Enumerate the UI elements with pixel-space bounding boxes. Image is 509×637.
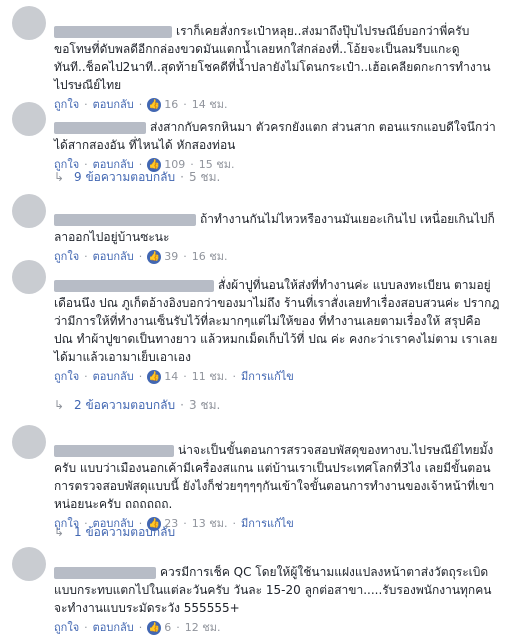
- redacted-name[interactable]: [54, 566, 156, 579]
- reply-arrow-icon: ↳: [54, 525, 65, 539]
- avatar[interactable]: [12, 194, 46, 228]
- comment-4: สั่งผ้าปูที่นอนให้ส่งที่ทำงานค่ะ แบบลงทะ…: [0, 258, 509, 418]
- replies-count[interactable]: 2 ข้อความตอบกลับ: [74, 398, 175, 412]
- avatar[interactable]: [12, 425, 46, 459]
- avatar[interactable]: [12, 260, 46, 294]
- comment-6: ควรมีการเช็ค QC โดยให้ผู้ใช้นามแฝงแปลงหน…: [0, 545, 509, 635]
- thumbs-up-icon[interactable]: 👍: [147, 370, 162, 384]
- reaction-count[interactable]: 14: [164, 370, 178, 383]
- replies-time: 5 ชม.: [188, 170, 221, 184]
- avatar[interactable]: [12, 102, 46, 136]
- comment-3: ถ้าทำงานกันไม่ไหวหรืองานมันเยอะเกินไป เห…: [0, 192, 509, 264]
- redacted-name[interactable]: [54, 25, 172, 38]
- like-button[interactable]: ถูกใจ: [54, 370, 79, 383]
- view-replies[interactable]: ↳ 2 ข้อความตอบกลับ · 3 ชม.: [54, 396, 220, 414]
- replies-count[interactable]: 1 ข้อความตอบกลับ: [74, 525, 175, 539]
- reply-button[interactable]: ตอบกลับ: [93, 370, 134, 383]
- redacted-name[interactable]: [54, 213, 196, 226]
- like-button[interactable]: ถูกใจ: [54, 621, 79, 634]
- view-replies[interactable]: ↳ 1 ข้อความตอบกลับ: [54, 523, 175, 541]
- replies-count[interactable]: 9 ข้อความตอบกลับ: [74, 170, 175, 184]
- redacted-name[interactable]: [54, 279, 214, 292]
- thumbs-up-icon[interactable]: 👍: [147, 621, 162, 635]
- edited-link[interactable]: มีการแก้ไข: [241, 517, 294, 530]
- replies-time: 3 ชม.: [188, 398, 221, 412]
- timestamp[interactable]: 12 ชม.: [185, 621, 221, 634]
- avatar[interactable]: [12, 6, 46, 40]
- reply-arrow-icon: ↳: [54, 398, 65, 412]
- reply-arrow-icon: ↳: [54, 170, 65, 184]
- comment-actions: ถูกใจ · ตอบกลับ · 👍 14 · 11 ชม. · มีการแก้ไข: [54, 370, 294, 384]
- edited-link[interactable]: มีการแก้ไข: [241, 370, 294, 383]
- timestamp[interactable]: 11 ชม.: [192, 370, 228, 383]
- comment-5: น่าจะเป็นขั้นตอนการสรวจสอบพัสดุของทางบ.ไ…: [0, 423, 509, 543]
- avatar[interactable]: [12, 547, 46, 581]
- timestamp[interactable]: 13 ชม.: [192, 517, 228, 530]
- view-replies[interactable]: ↳ 9 ข้อความตอบกลับ · 5 ชม.: [54, 168, 220, 186]
- reply-button[interactable]: ตอบกลับ: [93, 621, 134, 634]
- comment-actions: ถูกใจ · ตอบกลับ · 👍 6 · 12 ชม.: [54, 621, 221, 635]
- redacted-name[interactable]: [54, 444, 174, 457]
- redacted-name[interactable]: [54, 121, 146, 134]
- comment-2: ส่งสากกับครกหินมา ตัวครกยังแตก ส่วนสาก ต…: [0, 100, 509, 196]
- comment-1: เราก็เคยสั่งกระเป๋าหลุย..ส่งมาถึงปุ๊บไปร…: [0, 2, 509, 112]
